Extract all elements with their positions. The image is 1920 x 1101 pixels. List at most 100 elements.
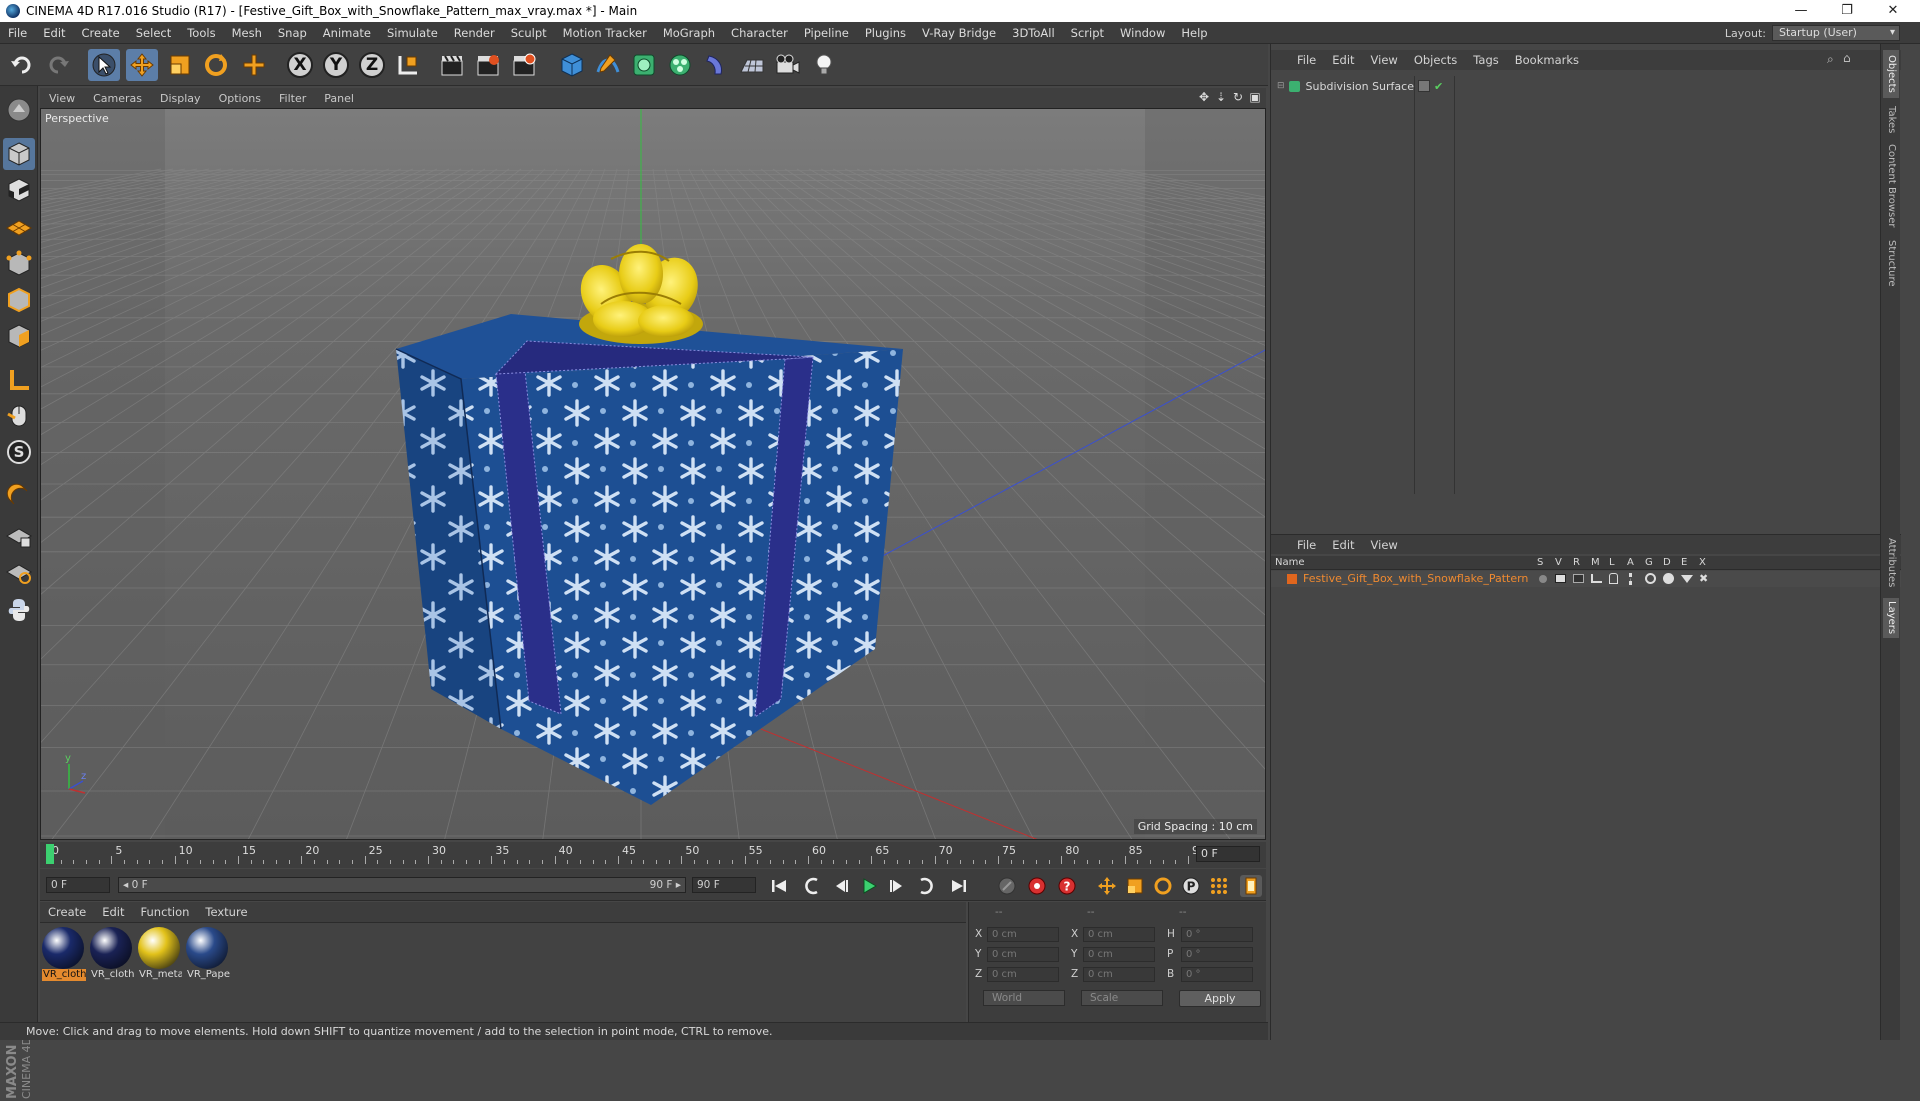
viewport-menu-filter[interactable]: Filter [270, 92, 315, 105]
tab-structure[interactable]: Structure [1883, 236, 1899, 290]
menu-3dtoall[interactable]: 3DToAll [1004, 22, 1063, 44]
view-eye-icon[interactable] [1555, 574, 1566, 583]
model-mode-button[interactable] [3, 138, 35, 170]
size-y-field[interactable]: 0 cm [1083, 947, 1155, 962]
timeline-window-button[interactable] [1240, 875, 1262, 897]
menu-snap[interactable]: Snap [270, 22, 315, 44]
objects-menu-bookmarks[interactable]: Bookmarks [1507, 53, 1587, 67]
menu-window[interactable]: Window [1112, 22, 1173, 44]
position-x-field[interactable]: 0 cm [987, 927, 1059, 942]
scale-key-button[interactable] [1124, 875, 1146, 897]
close-button[interactable]: ✕ [1870, 0, 1916, 22]
previous-frame-button[interactable] [830, 875, 852, 897]
layer-col-animation[interactable]: A [1627, 556, 1634, 570]
coordinate-system-button[interactable] [392, 49, 424, 81]
spline-pen-button[interactable] [592, 49, 624, 81]
expand-icon[interactable]: ⊟ [1277, 81, 1285, 91]
xref-icon[interactable]: ✖ [1699, 572, 1708, 585]
start-frame-field[interactable]: 0 F [46, 877, 110, 893]
menu-edit[interactable]: Edit [35, 22, 73, 44]
manager-icon[interactable] [1591, 574, 1602, 583]
position-y-field[interactable]: 0 cm [987, 947, 1059, 962]
camera-button[interactable] [772, 49, 804, 81]
layer-col-expressions[interactable]: E [1681, 556, 1687, 570]
minimize-button[interactable]: — [1778, 0, 1824, 22]
timeline-ruler[interactable]: 051015202530354045505560657075808590 0 F [40, 842, 1266, 868]
home-icon[interactable]: ⌂ [1843, 51, 1851, 65]
size-x-field[interactable]: 0 cm [1083, 927, 1155, 942]
cloner-button[interactable] [664, 49, 696, 81]
light-button[interactable] [808, 49, 840, 81]
layer-col-solo[interactable]: S [1537, 556, 1543, 570]
layer-color-swatch[interactable] [1287, 574, 1297, 584]
menu-create[interactable]: Create [74, 22, 128, 44]
generator-icon[interactable] [1645, 573, 1656, 584]
keyframe-selection-button[interactable]: ? [1056, 875, 1078, 897]
scale-tool-button[interactable] [164, 49, 196, 81]
menu-vray-bridge[interactable]: V-Ray Bridge [914, 22, 1004, 44]
layer-col-generators[interactable]: G [1645, 556, 1653, 570]
layer-col-locked[interactable]: L [1609, 556, 1615, 570]
snap-button[interactable]: S [3, 436, 35, 468]
rotation-key-button[interactable] [1152, 875, 1174, 897]
next-keyframe-button[interactable] [914, 875, 936, 897]
material-menu-texture[interactable]: Texture [197, 905, 255, 919]
menu-motion-tracker[interactable]: Motion Tracker [555, 22, 655, 44]
make-editable-button[interactable] [3, 94, 35, 126]
layer-col-render[interactable]: R [1573, 556, 1580, 570]
magnet-button[interactable] [3, 480, 35, 512]
workplane-planar-button[interactable] [3, 556, 35, 588]
axis-mode-button[interactable] [3, 364, 35, 396]
layer-name[interactable]: Festive_Gift_Box_with_Snowflake_Pattern [1303, 572, 1528, 585]
position-key-button[interactable] [1096, 875, 1118, 897]
menu-animate[interactable]: Animate [315, 22, 379, 44]
viewport-menu-panel[interactable]: Panel [315, 92, 363, 105]
workplane-mode-button[interactable] [3, 210, 35, 242]
locked-workplane-button[interactable] [3, 520, 35, 552]
menu-mograph[interactable]: MoGraph [655, 22, 723, 44]
render-view-button[interactable] [436, 49, 468, 81]
undo-button[interactable] [6, 49, 38, 81]
menu-mesh[interactable]: Mesh [224, 22, 270, 44]
go-to-end-button[interactable] [948, 875, 970, 897]
solo-dot-icon[interactable] [1539, 575, 1547, 583]
render-clapper-icon[interactable] [1573, 574, 1584, 583]
layer-col-manager[interactable]: M [1591, 556, 1600, 570]
viewport-menu-display[interactable]: Display [151, 92, 210, 105]
end-frame-field[interactable]: 90 F [692, 877, 756, 893]
y-axis-lock-button[interactable]: Y [320, 49, 352, 81]
tab-attributes[interactable]: Attributes [1883, 534, 1899, 592]
size-mode-dropdown[interactable]: Scale [1081, 990, 1163, 1006]
python-button[interactable] [3, 594, 35, 626]
material-swatch[interactable]: VR_cloth [42, 927, 86, 985]
material-swatch[interactable]: VR_Paper [186, 927, 230, 985]
z-axis-lock-button[interactable]: Z [356, 49, 388, 81]
rotation-h-field[interactable]: 0 ° [1181, 927, 1253, 942]
rotation-p-field[interactable]: 0 ° [1181, 947, 1253, 962]
coordinate-space-dropdown[interactable]: World [983, 990, 1065, 1006]
enabled-check-icon[interactable]: ✔ [1434, 80, 1443, 93]
layers-menu-view[interactable]: View [1363, 538, 1406, 552]
menu-render[interactable]: Render [446, 22, 503, 44]
material-menu-function[interactable]: Function [133, 905, 198, 919]
menu-simulate[interactable]: Simulate [379, 22, 446, 44]
parameter-key-button[interactable]: P [1180, 875, 1202, 897]
layer-row[interactable]: Festive_Gift_Box_with_Snowflake_Pattern … [1271, 571, 1901, 587]
menu-select[interactable]: Select [128, 22, 179, 44]
layers-menu-file[interactable]: File [1289, 538, 1324, 552]
polygons-mode-button[interactable] [3, 320, 35, 352]
render-settings-button[interactable] [508, 49, 540, 81]
current-frame-field[interactable]: 0 F [1196, 846, 1260, 862]
frame-ruler[interactable]: 051015202530354045505560657075808590 [46, 844, 1206, 866]
objects-menu-file[interactable]: File [1289, 53, 1324, 67]
menu-tools[interactable]: Tools [179, 22, 223, 44]
previous-keyframe-button[interactable] [802, 875, 824, 897]
points-mode-button[interactable] [3, 248, 35, 280]
objects-menu-view[interactable]: View [1363, 53, 1406, 67]
recent-tool-button[interactable] [238, 49, 270, 81]
menu-sculpt[interactable]: Sculpt [503, 22, 555, 44]
menu-plugins[interactable]: Plugins [857, 22, 914, 44]
viewport-menu-cameras[interactable]: Cameras [84, 92, 151, 105]
x-axis-lock-button[interactable]: X [284, 49, 316, 81]
menu-help[interactable]: Help [1173, 22, 1215, 44]
